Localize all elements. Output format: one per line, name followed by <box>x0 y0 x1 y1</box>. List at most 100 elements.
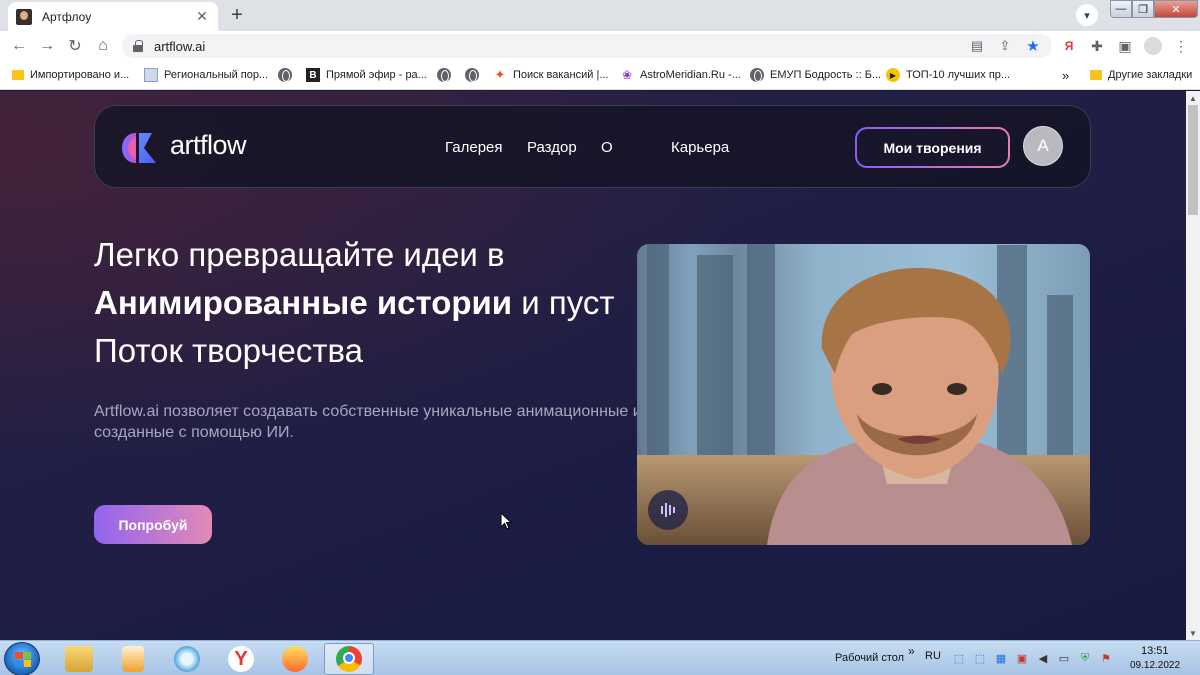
globe-icon <box>278 68 292 82</box>
taskbar-yandex[interactable]: Y <box>216 643 266 675</box>
sound-wave-icon <box>661 503 675 517</box>
start-button[interactable] <box>4 642 40 675</box>
bookmark-item[interactable]: ✦ Поиск вакансий |... <box>493 66 609 84</box>
tray-monitor-icon[interactable]: ▭ <box>1057 651 1071 665</box>
web-page: artflow Галерея Раздор О Карьера Мои тво… <box>0 91 1186 640</box>
hero-line-1: Легко превращайте идеи в <box>94 236 505 273</box>
address-bar[interactable]: artflow.ai <box>122 34 1052 58</box>
profile-avatar-icon[interactable] <box>1142 35 1164 57</box>
browser-menu-icon[interactable]: ⋮ <box>1170 35 1192 57</box>
reload-icon[interactable]: ↻ <box>64 35 86 57</box>
tray-network-icon[interactable]: ▦ <box>994 651 1008 665</box>
b-logo-icon: B <box>306 68 320 82</box>
clock-date[interactable]: 09.12.2022 <box>1130 660 1180 671</box>
hero-line-2-rest: и пуст <box>512 284 615 321</box>
globe-icon <box>750 68 764 82</box>
artflow-favicon-icon <box>16 8 32 25</box>
language-indicator[interactable]: RU <box>925 650 941 662</box>
taskbar-chrome[interactable] <box>324 643 374 675</box>
hh-logo-icon: ✦ <box>494 67 506 82</box>
media-player-icon <box>122 646 144 672</box>
bookmarks-bar: Импортировано и... Региональный пор... B… <box>0 61 1200 90</box>
translate-icon[interactable]: ▤ <box>968 37 986 55</box>
chrome-icon <box>336 646 362 672</box>
desktop-toolbar-label[interactable]: Рабочий стол <box>835 652 904 664</box>
tray-display-icon[interactable]: ⬚ <box>973 651 987 665</box>
bookmark-star-icon[interactable]: ★ <box>1024 37 1042 55</box>
nav-about[interactable]: О <box>601 139 613 156</box>
bookmark-item[interactable]: Региональный пор... <box>144 66 268 84</box>
yandex-extension-icon[interactable]: Я <box>1058 35 1080 57</box>
new-tab-button[interactable]: + <box>226 4 248 26</box>
bookmark-item[interactable]: ▶ ТОП-10 лучших пр... <box>886 66 1010 84</box>
tab-search-chevron-icon[interactable]: ▾ <box>1076 4 1098 26</box>
minimize-window-button[interactable]: — <box>1110 0 1132 18</box>
volume-icon[interactable]: ◀ <box>1036 651 1050 665</box>
folder-icon <box>65 646 93 672</box>
logo-text[interactable]: artflow <box>170 130 247 161</box>
magnifier-icon <box>174 646 200 672</box>
bookmark-item[interactable]: ❀ AstroMeridian.Ru -... <box>620 66 741 84</box>
bookmark-item[interactable]: ЕМУП Бодрость :: Б... <box>750 66 881 84</box>
toolbar-chevron[interactable]: » <box>908 644 915 658</box>
lock-icon[interactable] <box>132 40 144 52</box>
share-icon[interactable]: ⇪ <box>996 37 1014 55</box>
bookmarks-overflow-button[interactable]: » <box>1062 66 1069 84</box>
nav-careers[interactable]: Карьера <box>671 139 729 156</box>
clock-time[interactable]: 13:51 <box>1141 645 1169 657</box>
close-window-button[interactable]: ✕ <box>1154 0 1198 18</box>
taskbar-magnifier[interactable] <box>162 643 212 675</box>
browser-tab[interactable]: Артфлоу ✕ <box>8 2 218 31</box>
lotus-icon: ❀ <box>621 68 633 82</box>
sound-toggle-button[interactable] <box>648 490 688 530</box>
bookmark-item[interactable]: B Прямой эфир - ра... <box>306 66 427 84</box>
close-tab-icon[interactable]: ✕ <box>194 8 210 25</box>
forward-arrow-icon[interactable]: → <box>36 35 58 57</box>
scroll-up-arrow-icon[interactable]: ▲ <box>1186 91 1200 105</box>
side-panel-icon[interactable]: ▣ <box>1114 35 1136 57</box>
taskbar-explorer[interactable] <box>54 643 104 675</box>
try-button[interactable]: Попробуй <box>94 505 212 544</box>
tray-app-icon[interactable]: ▣ <box>1015 651 1029 665</box>
antivirus-shield-icon[interactable]: ⛨ <box>1078 651 1092 665</box>
site-header: artflow Галерея Раздор О Карьера Мои тво… <box>94 105 1091 188</box>
hero-heading: Легко превращайте идеи в Анимированные и… <box>94 231 640 375</box>
bookmark-item[interactable] <box>465 66 485 84</box>
hero-video[interactable] <box>637 244 1090 545</box>
mouse-cursor-icon <box>500 512 512 530</box>
video-building <box>647 244 669 455</box>
my-creations-button[interactable]: Мои творения <box>855 127 1010 168</box>
folder-icon <box>1090 70 1102 80</box>
hero-description: Artflow.ai позволяет создавать собственн… <box>94 403 640 441</box>
home-icon[interactable]: ⌂ <box>92 35 114 57</box>
yandex-browser-icon: Y <box>228 646 254 672</box>
video-building <box>697 255 733 455</box>
globe-icon <box>465 68 479 82</box>
bookmark-item[interactable] <box>437 66 457 84</box>
back-arrow-icon[interactable]: ← <box>8 35 30 57</box>
bookmark-item[interactable]: Импортировано и... <box>12 66 129 84</box>
other-bookmarks[interactable]: Другие закладки <box>1090 66 1192 84</box>
taskbar-media-player[interactable] <box>108 643 158 675</box>
hero-line-2: Анимированные истории и пуст <box>94 279 640 327</box>
taskbar-app[interactable] <box>270 643 320 675</box>
browser-tab-bar: Артфлоу ✕ + ▾ — ❐ ✕ <box>0 0 1200 31</box>
tab-title: Артфлоу <box>42 9 92 24</box>
nav-discord[interactable]: Раздор <box>527 139 577 156</box>
sun-app-icon <box>282 646 308 672</box>
nav-gallery[interactable]: Галерея <box>445 139 503 156</box>
bookmark-item[interactable] <box>278 66 298 84</box>
hero-highlight: Анимированные истории <box>94 284 513 321</box>
artflow-logo-icon[interactable] <box>122 133 158 163</box>
hero-line-3: Поток творчества <box>94 332 363 369</box>
maximize-window-button[interactable]: ❐ <box>1132 0 1154 18</box>
extensions-puzzle-icon[interactable]: ✚ <box>1086 35 1108 57</box>
action-center-flag-icon[interactable]: ⚑ <box>1099 651 1113 665</box>
scrollbar-thumb[interactable] <box>1188 105 1198 215</box>
avatar[interactable]: A <box>1023 126 1063 166</box>
globe-icon <box>437 68 451 82</box>
scroll-down-arrow-icon[interactable]: ▼ <box>1186 626 1200 640</box>
play-circle-icon: ▶ <box>886 68 900 82</box>
page-scrollbar[interactable]: ▲ ▼ <box>1186 91 1200 640</box>
tray-display-icon[interactable]: ⬚ <box>952 651 966 665</box>
